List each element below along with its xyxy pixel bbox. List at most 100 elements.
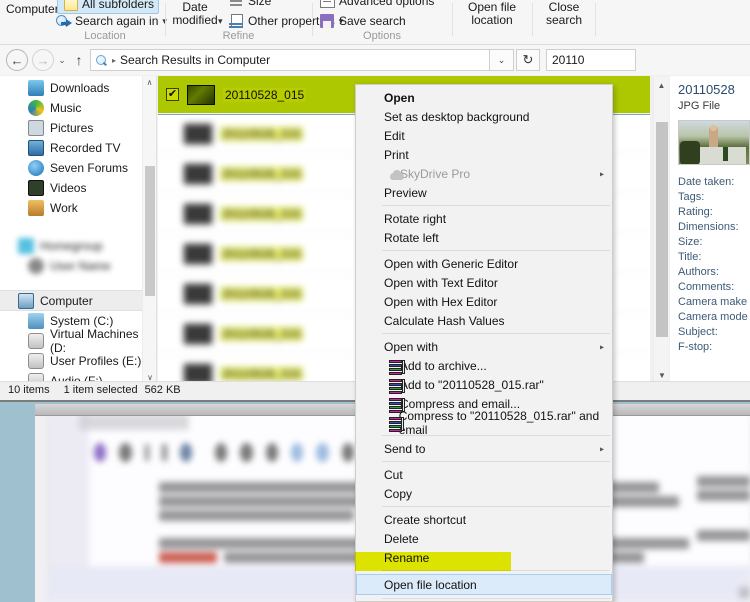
sidebar-item-pictures[interactable]: Pictures <box>0 118 156 138</box>
details-field: Title: <box>678 251 702 263</box>
date-modified-label: Date modified <box>172 0 218 27</box>
navpane-scrollbar[interactable]: ∧ ∨ <box>142 76 156 385</box>
back-button[interactable]: ← <box>6 49 28 71</box>
menu-item-add-to-rar[interactable]: Add to "20110528_015.rar" <box>356 375 612 394</box>
menu-item-edit[interactable]: Edit <box>356 126 612 145</box>
recorded-tv-icon <box>28 140 44 156</box>
recent-locations-button[interactable]: ⌄ <box>54 55 70 66</box>
menu-separator <box>364 598 610 599</box>
sidebar-item-recorded-tv[interactable]: Recorded TV <box>0 138 156 158</box>
details-field-list: Date taken: Tags: Rating: Dimensions: Si… <box>678 175 750 355</box>
file-thumbnail <box>184 323 212 344</box>
file-list-scrollbar[interactable]: ▲ ▼ <box>653 77 669 384</box>
navigation-pane[interactable]: Downloads Music Pictures Recorded TV Sev… <box>0 76 157 385</box>
menu-item-label: Open with <box>384 339 439 354</box>
advanced-options-button[interactable]: Advanced options <box>319 0 434 9</box>
menu-item-rename[interactable]: Rename <box>356 548 612 567</box>
user-icon <box>28 258 44 274</box>
file-name: 20110528_015 <box>220 366 304 381</box>
menu-item-label: Open <box>384 90 415 105</box>
scroll-up-icon[interactable]: ▲ <box>654 77 669 94</box>
file-name: 20110528_015 <box>220 206 304 221</box>
menu-item-label: Open with Generic Editor <box>384 256 519 271</box>
search-again-in-button[interactable]: Search again in ▾ <box>55 13 167 29</box>
menu-item-copy[interactable]: Copy <box>356 484 612 503</box>
forward-button[interactable]: → <box>32 49 54 71</box>
winrar-icon <box>389 359 405 375</box>
refresh-button[interactable]: ↻ <box>516 49 540 71</box>
ribbon-group-close-search: Close search <box>533 0 595 45</box>
sidebar-item-label: User Name <box>50 259 111 273</box>
menu-item-create-shortcut[interactable]: Create shortcut <box>356 510 612 529</box>
menu-item-open-with-generic-editor[interactable]: Open with Generic Editor <box>356 254 612 273</box>
close-search-label: Close search <box>545 0 583 27</box>
size-button[interactable]: Size <box>228 0 271 9</box>
ribbon-group-open-location: Open file location <box>453 0 531 45</box>
details-field: Comments: <box>678 281 735 293</box>
file-list-scroll-thumb[interactable] <box>656 122 668 337</box>
menu-item-rotate-left[interactable]: Rotate left <box>356 228 612 247</box>
search-input[interactable]: 20110 <box>546 49 636 71</box>
menu-item-open-with[interactable]: Open with ▸ <box>356 337 612 356</box>
sidebar-item-seven-forums[interactable]: Seven Forums <box>0 158 156 178</box>
menu-item-delete[interactable]: Delete <box>356 529 612 548</box>
file-name: 20110528_015 <box>220 286 304 301</box>
menu-item-label: Open with Hex Editor <box>384 294 498 309</box>
menu-item-open-file-location[interactable]: Open file location <box>356 574 612 595</box>
file-thumbnail <box>184 283 212 304</box>
menu-item-print[interactable]: Print <box>356 145 612 164</box>
sidebar-item-user[interactable]: User Name <box>0 256 156 276</box>
all-subfolders-button[interactable]: All subfolders <box>57 0 160 14</box>
menu-item-preview[interactable]: Preview <box>356 183 612 202</box>
navpane-scroll-thumb[interactable] <box>145 166 155 296</box>
menu-item-compress-to-rar-and-email[interactable]: Compress to "20110528_015.rar" and email <box>356 409 612 437</box>
menu-item-label: Rename <box>384 550 430 565</box>
save-search-button[interactable]: Save search <box>319 13 406 29</box>
menu-item-add-to-archive[interactable]: Add to archive... <box>356 356 612 375</box>
size-icon <box>228 0 244 9</box>
menu-item-cut[interactable]: Cut <box>356 465 612 484</box>
context-menu[interactable]: Open Set as desktop background Edit Prin… <box>355 84 613 602</box>
address-bar: ← → ⌄ ↑ ▸ Search Results in Computer ⌄ ↻… <box>0 45 750 75</box>
size-label: Size <box>248 0 272 8</box>
menu-item-skydrive-pro: SkyDrive Pro ▸ <box>356 164 612 183</box>
sidebar-item-homegroup[interactable]: Homegroup <box>0 236 156 256</box>
date-modified-button[interactable]: Date modified <box>168 1 222 27</box>
sidebar-item-work[interactable]: Work <box>0 198 156 218</box>
ribbon-group-refine: Date modified ▾ Size Other properties ▾ … <box>166 0 343 45</box>
close-search-button[interactable]: Close search <box>533 1 595 27</box>
homegroup-icon <box>18 238 34 254</box>
menu-item-label: Compress to "20110528_015.rar" and email <box>398 408 600 437</box>
sidebar-item-downloads[interactable]: Downloads <box>0 78 156 98</box>
up-button[interactable]: ↑ <box>70 52 88 68</box>
menu-item-open-with-text-editor[interactable]: Open with Text Editor <box>356 273 612 292</box>
sidebar-item-label: Pictures <box>50 121 94 135</box>
menu-item-rotate-right[interactable]: Rotate right <box>356 209 612 228</box>
breadcrumb[interactable]: ▸ Search Results in Computer <box>90 49 490 71</box>
menu-item-label: Edit <box>384 128 405 143</box>
sidebar-item-videos[interactable]: Videos <box>0 178 156 198</box>
sidebar-item-virtual-machines-d[interactable]: Virtual Machines (D: <box>0 327 156 355</box>
menu-item-send-to[interactable]: Send to ▸ <box>356 439 612 458</box>
sidebar-item-label: Homegroup <box>40 239 103 253</box>
breadcrumb-separator-icon: ▸ <box>112 55 117 65</box>
open-file-location-button[interactable]: Open file location <box>453 1 531 27</box>
sidebar-item-music[interactable]: Music <box>0 98 156 118</box>
menu-item-label: Open file location <box>384 577 477 592</box>
sidebar-item-user-profiles-e[interactable]: User Profiles (E:) <box>0 351 156 371</box>
file-name: 20110528_015 <box>220 126 304 141</box>
details-field: Rating: <box>678 206 713 218</box>
date-modified-chevron-down-icon[interactable]: ▾ <box>218 17 223 26</box>
scroll-up-icon[interactable]: ∧ <box>143 76 156 90</box>
file-thumbnail <box>184 123 212 144</box>
menu-item-open[interactable]: Open <box>356 88 612 107</box>
menu-item-open-with-hex-editor[interactable]: Open with Hex Editor <box>356 292 612 311</box>
menu-item-set-as-desktop-background[interactable]: Set as desktop background <box>356 107 612 126</box>
status-selection-size: 562 KB <box>144 383 181 396</box>
menu-item-calculate-hash-values[interactable]: Calculate Hash Values <box>356 311 612 330</box>
sidebar-item-label: Recorded TV <box>50 141 121 155</box>
menu-item-label: SkyDrive Pro <box>400 166 471 181</box>
sidebar-item-computer[interactable]: Computer <box>0 290 156 311</box>
computer-icon <box>18 292 34 309</box>
address-dropdown-button[interactable]: ⌄ <box>490 49 514 71</box>
